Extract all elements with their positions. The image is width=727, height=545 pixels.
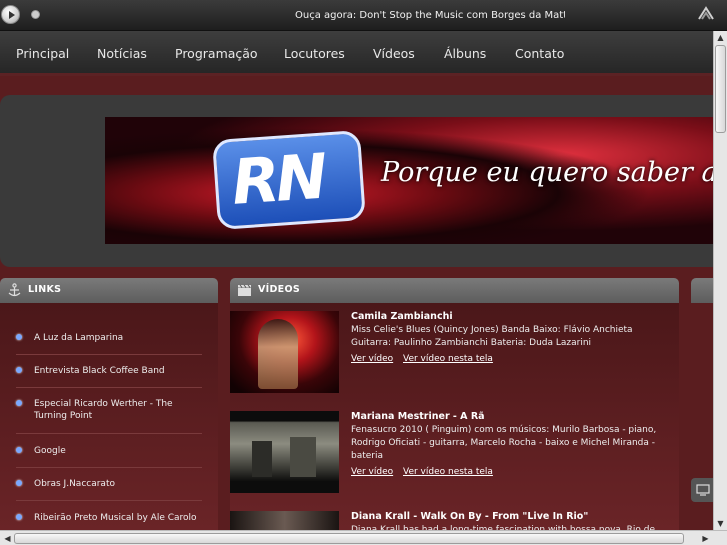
link-divider [16, 500, 202, 501]
vertical-scroll-thumb[interactable] [715, 45, 726, 133]
link-divider [16, 387, 202, 388]
clapperboard-icon [238, 284, 251, 296]
videos-title: VÍDEOS [258, 284, 300, 295]
rn-logo-text: RN [229, 139, 326, 219]
link-divider [16, 433, 202, 434]
link-divider [16, 354, 202, 355]
video-title[interactable]: Mariana Mestriner - A Rã [351, 411, 485, 422]
video-title[interactable]: Camila Zambianchi [351, 311, 453, 322]
link-label[interactable]: Entrevista Black Coffee Band [16, 365, 206, 377]
videos-panel: Camila Zambianchi Miss Celie's Blues (Qu… [230, 303, 679, 535]
video-description: Miss Celie's Blues (Quincy Jones) Banda … [351, 325, 633, 348]
rn-logo: RN [212, 129, 366, 231]
volume-knob[interactable] [31, 10, 40, 19]
watch-here-link[interactable]: Ver vídeo nesta tela [403, 354, 493, 364]
nav-noticias[interactable]: Notícias [97, 46, 147, 61]
bullet-icon [16, 400, 22, 406]
right-panel-header [691, 278, 713, 303]
link-item[interactable]: Especial Ricardo Werther - The Turning P… [16, 398, 206, 422]
play-button[interactable] [1, 5, 20, 24]
scroll-right-icon[interactable]: ▶ [699, 532, 712, 545]
main-nav: Principal Notícias Programação Locutores… [0, 31, 713, 76]
link-label[interactable]: A Luz da Lamparina [16, 332, 206, 344]
link-item[interactable]: Obras J.Naccarato [16, 478, 206, 490]
links-panel: A Luz da Lamparina Entrevista Black Coff… [0, 303, 218, 530]
watch-video-link[interactable]: Ver vídeo [351, 354, 393, 364]
link-label[interactable]: Ribeirão Preto Musical by Ale Carolo [16, 512, 206, 524]
nav-locutores[interactable]: Locutores [284, 46, 345, 61]
video-thumbnail[interactable] [230, 311, 339, 393]
link-item[interactable]: A Luz da Lamparina [16, 332, 206, 344]
video-thumbnail[interactable] [230, 411, 339, 493]
bullet-icon [16, 514, 22, 520]
watch-here-link[interactable]: Ver vídeo nesta tela [403, 467, 493, 477]
link-item[interactable]: Entrevista Black Coffee Band [16, 365, 206, 377]
screen-icon [696, 484, 710, 496]
player-logo-icon [698, 6, 714, 20]
radio-player-bar: Ouça agora: Don't Stop the Music com Bor… [0, 0, 727, 31]
horizontal-scrollbar[interactable]: ◀ ▶ [0, 530, 727, 545]
banner-image[interactable]: RN Porque eu quero saber a [105, 117, 713, 244]
nav-contato[interactable]: Contato [515, 46, 564, 61]
anchor-icon [8, 283, 21, 297]
link-divider [16, 467, 202, 468]
nav-principal[interactable]: Principal [16, 46, 69, 61]
links-panel-header: LINKS [0, 278, 218, 303]
video-title[interactable]: Diana Krall - Walk On By - From "Live In… [351, 511, 588, 522]
watch-video-link[interactable]: Ver vídeo [351, 467, 393, 477]
video-thumbnail[interactable] [230, 511, 339, 530]
bullet-icon [16, 334, 22, 340]
bullet-icon [16, 447, 22, 453]
banner-container: RN Porque eu quero saber a [0, 95, 713, 267]
link-item[interactable]: Google [16, 445, 206, 457]
link-label[interactable]: Especial Ricardo Werther - The Turning P… [16, 398, 206, 422]
scroll-left-icon[interactable]: ◀ [1, 532, 14, 545]
link-item[interactable]: Ribeirão Preto Musical by Ale Carolo [16, 512, 206, 524]
bullet-icon [16, 480, 22, 486]
link-label[interactable]: Obras J.Naccarato [16, 478, 206, 490]
scroll-up-icon[interactable]: ▲ [714, 31, 727, 44]
bullet-icon [16, 367, 22, 373]
link-label[interactable]: Google [16, 445, 206, 457]
horizontal-scroll-thumb[interactable] [14, 533, 684, 544]
now-playing-text: Ouça agora: Don't Stop the Music com Bor… [295, 10, 565, 21]
nav-albuns[interactable]: Álbuns [444, 46, 486, 61]
video-description: Fenasucro 2010 ( Pinguim) com os músicos… [351, 425, 657, 461]
banner-slogan: Porque eu quero saber a [381, 157, 713, 188]
nav-videos[interactable]: Vídeos [373, 46, 415, 61]
videos-panel-header: VÍDEOS [230, 278, 679, 303]
links-title: LINKS [28, 284, 62, 295]
scroll-down-icon[interactable]: ▼ [714, 517, 727, 530]
side-widget-button[interactable] [691, 478, 713, 502]
vertical-scrollbar[interactable]: ▲ ▼ [713, 31, 727, 530]
nav-programacao[interactable]: Programação [175, 46, 258, 61]
